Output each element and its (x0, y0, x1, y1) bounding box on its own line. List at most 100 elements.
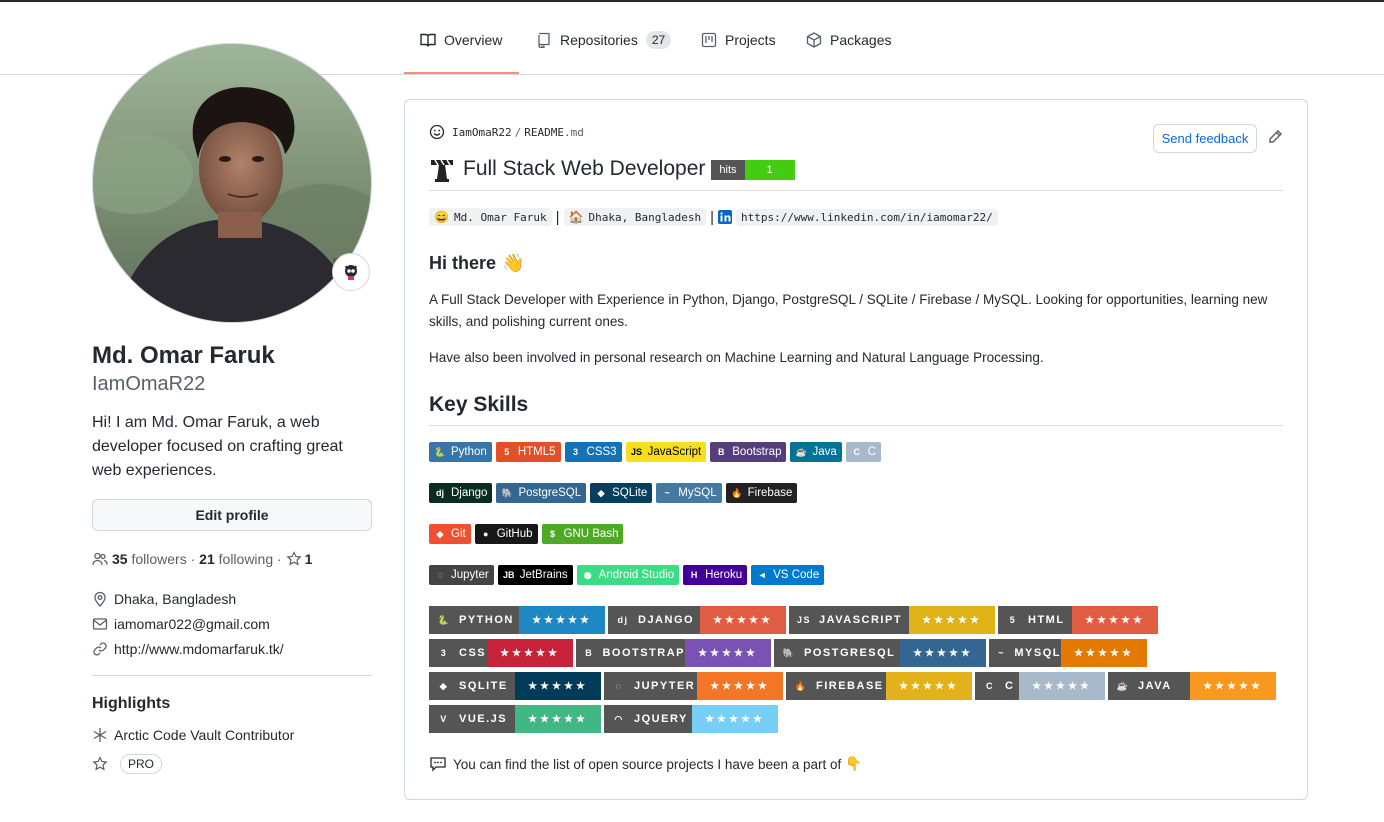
skill-badge-label: HTML (1028, 614, 1065, 626)
profile-bio: Hi! I am Md. Omar Faruk, a web developer… (92, 414, 343, 479)
skill-rating-stars: ★★★★★ (900, 639, 986, 667)
website-item: http://www.mdomarfaruk.tk/ (92, 639, 284, 659)
tech-badge-label: VS Code (773, 569, 820, 581)
followers-link[interactable]: 35 followers (112, 551, 187, 567)
stats-separator-dot: · (186, 551, 200, 567)
readme-file-link[interactable]: README (524, 126, 564, 139)
hits-label: hits (711, 160, 745, 180)
greeting-text: Hi there (429, 253, 497, 273)
skill-badge-label: JUPYTER (634, 680, 696, 692)
package-icon (806, 32, 822, 48)
tab-repositories-label: Repositories (560, 32, 638, 48)
skill-badge-django: dj DJANGO ★★★★★ (608, 606, 786, 634)
tab-overview[interactable]: Overview (404, 30, 519, 74)
skill-badge-label: FIREBASE (816, 680, 884, 692)
info-linkedin-code: https://www.linkedin.com/in/iamomar22/ (736, 208, 998, 226)
skill-badge-label-part: ◠ JQUERY (604, 705, 692, 733)
email-item: iamomar022@gmail.com (92, 614, 270, 634)
tech-badge-label: JetBrains (519, 569, 568, 581)
readme-file-ext: .md (563, 125, 584, 139)
skill-rating-stars: ★★★★★ (1190, 672, 1276, 700)
highlight-pro: PRO (92, 754, 163, 774)
skill-rating-stars: ★★★★★ (909, 606, 995, 634)
book-icon (420, 33, 436, 48)
android-studio-icon: ◉ (583, 569, 592, 580)
speech-bubble-icon (430, 757, 446, 772)
website-link[interactable]: http://www.mdomarfaruk.tk/ (114, 641, 284, 657)
javascript-icon: JS (631, 447, 643, 457)
skill-badge-label: PYTHON (459, 614, 514, 626)
info-name-text: Md. Omar Faruk (453, 210, 547, 224)
skill-badge-label: MYSQL (1014, 647, 1061, 659)
skill-badge-label-part: ◆ SQLITE (429, 672, 515, 700)
django-icon: dj (436, 488, 444, 498)
skill-badge-vue-js: V VUE.JS ★★★★★ (429, 705, 601, 733)
skill-badge-label: JAVASCRIPT (819, 614, 903, 626)
tab-repositories[interactable]: Repositories 27 (536, 30, 672, 74)
tech-badge-bootstrap: B Bootstrap (710, 442, 787, 462)
tab-packages[interactable]: Packages (806, 30, 891, 74)
tab-projects[interactable]: Projects (701, 30, 776, 74)
following-label: following (218, 551, 274, 567)
path-separator: / (514, 125, 522, 139)
edit-profile-button[interactable]: Edit profile (92, 499, 372, 531)
send-feedback-button[interactable]: Send feedback (1153, 124, 1257, 153)
skill-badge-jupyter: ◌ JUPYTER ★★★★★ (604, 672, 783, 700)
jupyter-icon: ◌ (615, 681, 623, 691)
following-link[interactable]: 21 following (199, 551, 273, 567)
status-emoji-button[interactable] (332, 253, 370, 291)
skill-badge-sqlite: ◆ SQLITE ★★★★★ (429, 672, 601, 700)
tech-badge-label: Jupyter (451, 569, 489, 581)
tech-badge-heroku: H Heroku (683, 565, 748, 585)
highlight-arctic-label: Arctic Code Vault Contributor (114, 727, 295, 743)
avatar[interactable] (92, 43, 372, 323)
highlight-arctic[interactable]: Arctic Code Vault Contributor (92, 725, 294, 745)
tech-badge-python: 🐍 Python (429, 442, 492, 462)
stars-count: 1 (304, 551, 313, 567)
java-icon: ☕ (795, 446, 808, 457)
pencil-icon[interactable] (1267, 129, 1283, 145)
sidebar-divider (92, 675, 372, 676)
pro-badge[interactable]: PRO (120, 754, 163, 774)
badge-row: dj Django 🐘 PostgreSQL ◆ SQLite ~ MySQL 🔥 Firebas… (429, 483, 798, 503)
email-link[interactable]: iamomar022@gmail.com (114, 616, 270, 632)
tech-badge-label: Django (451, 487, 488, 499)
tech-badge-mysql: ~ MySQL (656, 483, 722, 503)
skill-badge-c: C C ★★★★★ (975, 672, 1105, 700)
skill-badge-label: CSS (459, 647, 487, 659)
html5-icon: 5 (504, 447, 510, 457)
bootstrap-icon: B (718, 447, 725, 457)
skill-badge-css: 3 CSS ★★★★★ (429, 639, 573, 667)
bash-icon: $ (549, 529, 555, 539)
skill-badge-label-part: B BOOTSTRAP (576, 639, 685, 667)
linkedin-icon[interactable] (718, 210, 733, 224)
info-location-text: Dhaka, Bangladesh (588, 210, 702, 224)
skill-badge-label-part: ~ MYSQL (989, 639, 1061, 667)
skill-rating-stars: ★★★★★ (700, 606, 786, 634)
skill-badge-label-part: JS JAVASCRIPT (789, 606, 909, 634)
skill-badge-javascript: JS JAVASCRIPT ★★★★★ (789, 606, 995, 634)
jquery-icon: ◠ (614, 713, 624, 724)
skill-badge-label: POSTGRESQL (804, 647, 896, 659)
sqlite-icon: ◆ (439, 680, 449, 691)
repositories-count: 27 (645, 31, 672, 49)
tech-badge-java: ☕ Java (790, 442, 842, 462)
smile-emoji-icon: 😄 (434, 210, 449, 224)
github-icon: ● (482, 529, 489, 539)
tech-badge-github: ● GitHub (474, 524, 538, 544)
sqlite-icon: ◆ (597, 487, 605, 498)
tech-badge-html5: 5 HTML5 (495, 442, 561, 462)
readme-owner-link[interactable]: IamOmaR22 (452, 126, 512, 139)
tech-badge-jetbrains: JB JetBrains (497, 565, 573, 585)
location-text: Dhaka, Bangladesh (114, 591, 237, 607)
research-paragraph: Have also been involved in personal rese… (429, 350, 1044, 365)
skill-badge-label-part: 5 HTML (998, 606, 1072, 634)
star-outline-icon (92, 756, 108, 771)
skill-badge-label-part: 🔥 FIREBASE (786, 672, 886, 700)
skill-badge-label: DJANGO (638, 614, 695, 626)
stats-separator-dot-2: · (273, 551, 286, 567)
stars-link[interactable]: 1 (286, 551, 313, 567)
skill-badge-label-part: dj DJANGO (608, 606, 700, 634)
tech-badge-jupyter: ◌ Jupyter (429, 565, 494, 585)
tech-badge-label: GitHub (496, 528, 533, 540)
